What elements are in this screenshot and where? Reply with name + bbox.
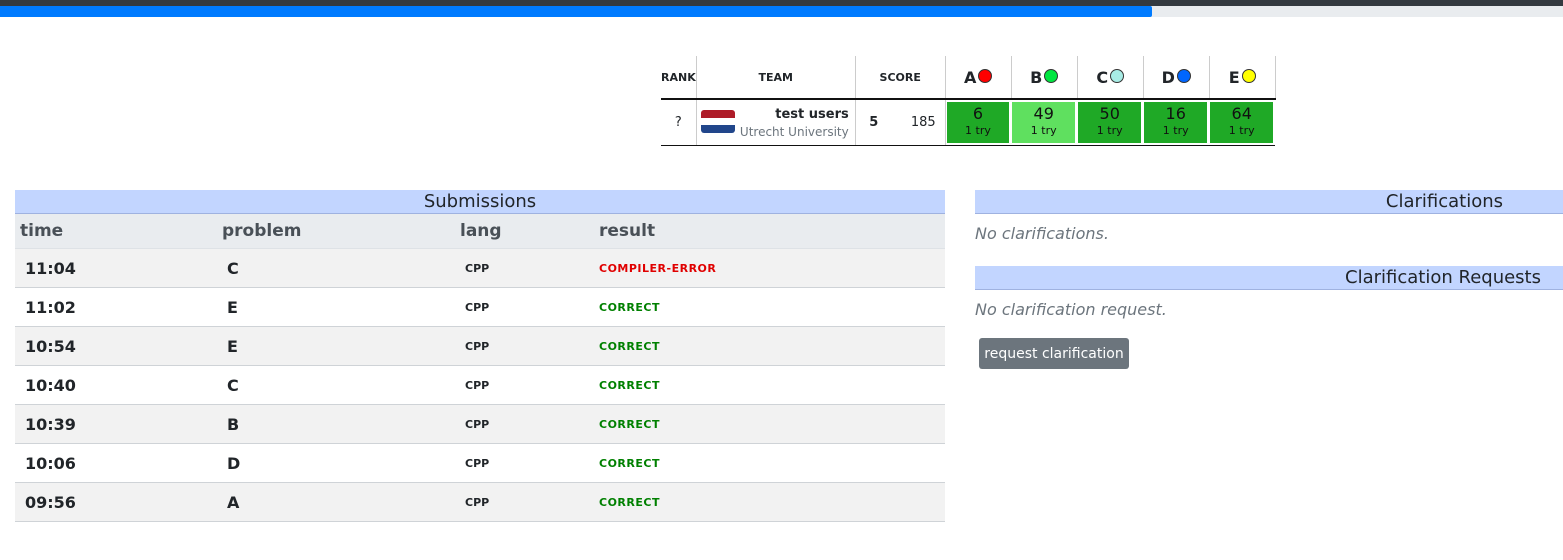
clarification-requests-title: Clarification Requests [975,266,1563,290]
solve-time: 64 [1231,104,1252,123]
solved-count: 5 [855,99,892,146]
submission-problem: E [221,287,460,327]
submission-problem: C [221,365,460,405]
request-clarification-button[interactable]: request clarification [979,338,1129,369]
team-cell[interactable]: test users Utrecht University [696,99,856,146]
submission-result: CORRECT [599,326,945,366]
balloon-color-icon [1044,69,1059,83]
submission-lang: CPP [460,248,599,288]
submission-result: CORRECT [599,287,945,327]
balloon-color-icon [1176,69,1191,83]
problem-score-cell[interactable]: 16 1 try [1143,99,1210,146]
no-clarifications-text: No clarifications. [975,224,1109,243]
try-count: 1 try [1030,124,1057,137]
col-result-header: result [599,214,945,249]
submissions-title: Submissions [15,190,945,214]
submission-lang: CPP [460,404,599,444]
penalty-time: 185 [891,99,946,146]
submission-problem: E [221,326,460,366]
problem-header-a[interactable]: A [945,56,1012,100]
problem-solved-box: 61 try [946,102,1010,143]
team-name: test users [775,107,849,122]
submission-result: CORRECT [599,365,945,405]
netherlands-flag-icon [700,110,735,133]
submission-lang: CPP [460,287,599,327]
problem-solved-box: 16 1 try [1144,102,1208,143]
balloon-color-icon [1110,69,1125,83]
submission-row[interactable]: 10:40 C CPP CORRECT [15,365,945,405]
col-lang-header: lang [460,214,599,249]
problem-score-cell[interactable]: 61 try [945,99,1012,146]
submissions-table: time problem lang result 11:04 C CPP COMPIL… [15,214,945,522]
submission-result: CORRECT [599,404,945,444]
solve-time: 50 [1099,104,1120,123]
submissions-panel: Submissions time problem lang result 11:… [15,190,945,522]
submission-result: COMPILER-ERROR [599,248,945,288]
solve-time: 49 [1033,104,1054,123]
problem-solved-box: 50 1 try [1078,102,1142,143]
problem-score-cell[interactable]: 50 1 try [1077,99,1144,146]
team-affiliation: Utrecht University [739,125,849,139]
submission-time: 10:06 [15,443,221,483]
submission-row[interactable]: 11:04 C CPP COMPILER-ERROR [15,248,945,288]
try-count: 1 try [1162,124,1189,137]
submission-time: 10:39 [15,404,221,444]
submission-row[interactable]: 10:06 D CPP CORRECT [15,443,945,483]
problem-letter: C [1096,68,1109,87]
submission-problem: B [221,404,460,444]
problem-score-cell[interactable]: 49 1 try [1011,99,1078,146]
col-time-header: time [15,214,221,249]
try-count: 1 try [1228,124,1255,137]
contest-progress-bar [0,6,1563,17]
scoreboard-table: RANK TEAM SCORE A B C D E ? test users Utrec… [661,56,1276,146]
submission-lang: CPP [460,443,599,483]
submission-problem: A [221,482,460,522]
submission-time: 11:04 [15,248,221,288]
problem-header-e[interactable]: E [1209,56,1276,100]
clarification-requests-panel: Clarification Requests No clarification … [975,266,1563,319]
submission-time: 10:40 [15,365,221,405]
problem-header-c[interactable]: C [1077,56,1144,100]
balloon-color-icon [1241,69,1256,83]
try-count: 1 try [1096,124,1123,137]
col-problem-header: problem [221,214,460,249]
problem-header-d[interactable]: D [1143,56,1210,100]
team-rank: ? [661,99,697,146]
score-header: SCORE [855,56,946,100]
problem-letter: B [1030,68,1043,87]
submission-row[interactable]: 10:54 E CPP CORRECT [15,326,945,366]
contest-progress-fill [0,6,1152,17]
submission-row[interactable]: 09:56 A CPP CORRECT [15,482,945,522]
clarifications-title: Clarifications [975,190,1563,214]
problem-score-cell[interactable]: 64 1 try [1209,99,1276,146]
submission-result: CORRECT [599,443,945,483]
submission-problem: D [221,443,460,483]
problem-letter: E [1228,68,1240,87]
clarifications-panel: Clarifications No clarifications. [975,190,1563,243]
balloon-color-icon [978,69,993,83]
submission-problem: C [221,248,460,288]
no-clarification-request-text: No clarification request. [975,300,1167,319]
team-header: TEAM [696,56,856,100]
try-count: 1 try [965,124,991,137]
submission-row[interactable]: 10:39 B CPP CORRECT [15,404,945,444]
submission-time: 11:02 [15,287,221,327]
submission-time: 09:56 [15,482,221,522]
rank-header: RANK [661,56,697,100]
problem-header-b[interactable]: B [1011,56,1078,100]
submission-time: 10:54 [15,326,221,366]
problem-solved-box: 49 1 try [1012,102,1076,143]
solve-time: 6 [972,104,984,123]
submission-lang: CPP [460,326,599,366]
submission-row[interactable]: 11:02 E CPP CORRECT [15,287,945,327]
problem-solved-box: 64 1 try [1210,102,1274,143]
solve-time: 16 [1165,104,1186,123]
problem-letter: D [1161,68,1175,87]
submission-result: CORRECT [599,482,945,522]
problem-letter: A [964,68,977,87]
submission-lang: CPP [460,482,599,522]
submission-lang: CPP [460,365,599,405]
